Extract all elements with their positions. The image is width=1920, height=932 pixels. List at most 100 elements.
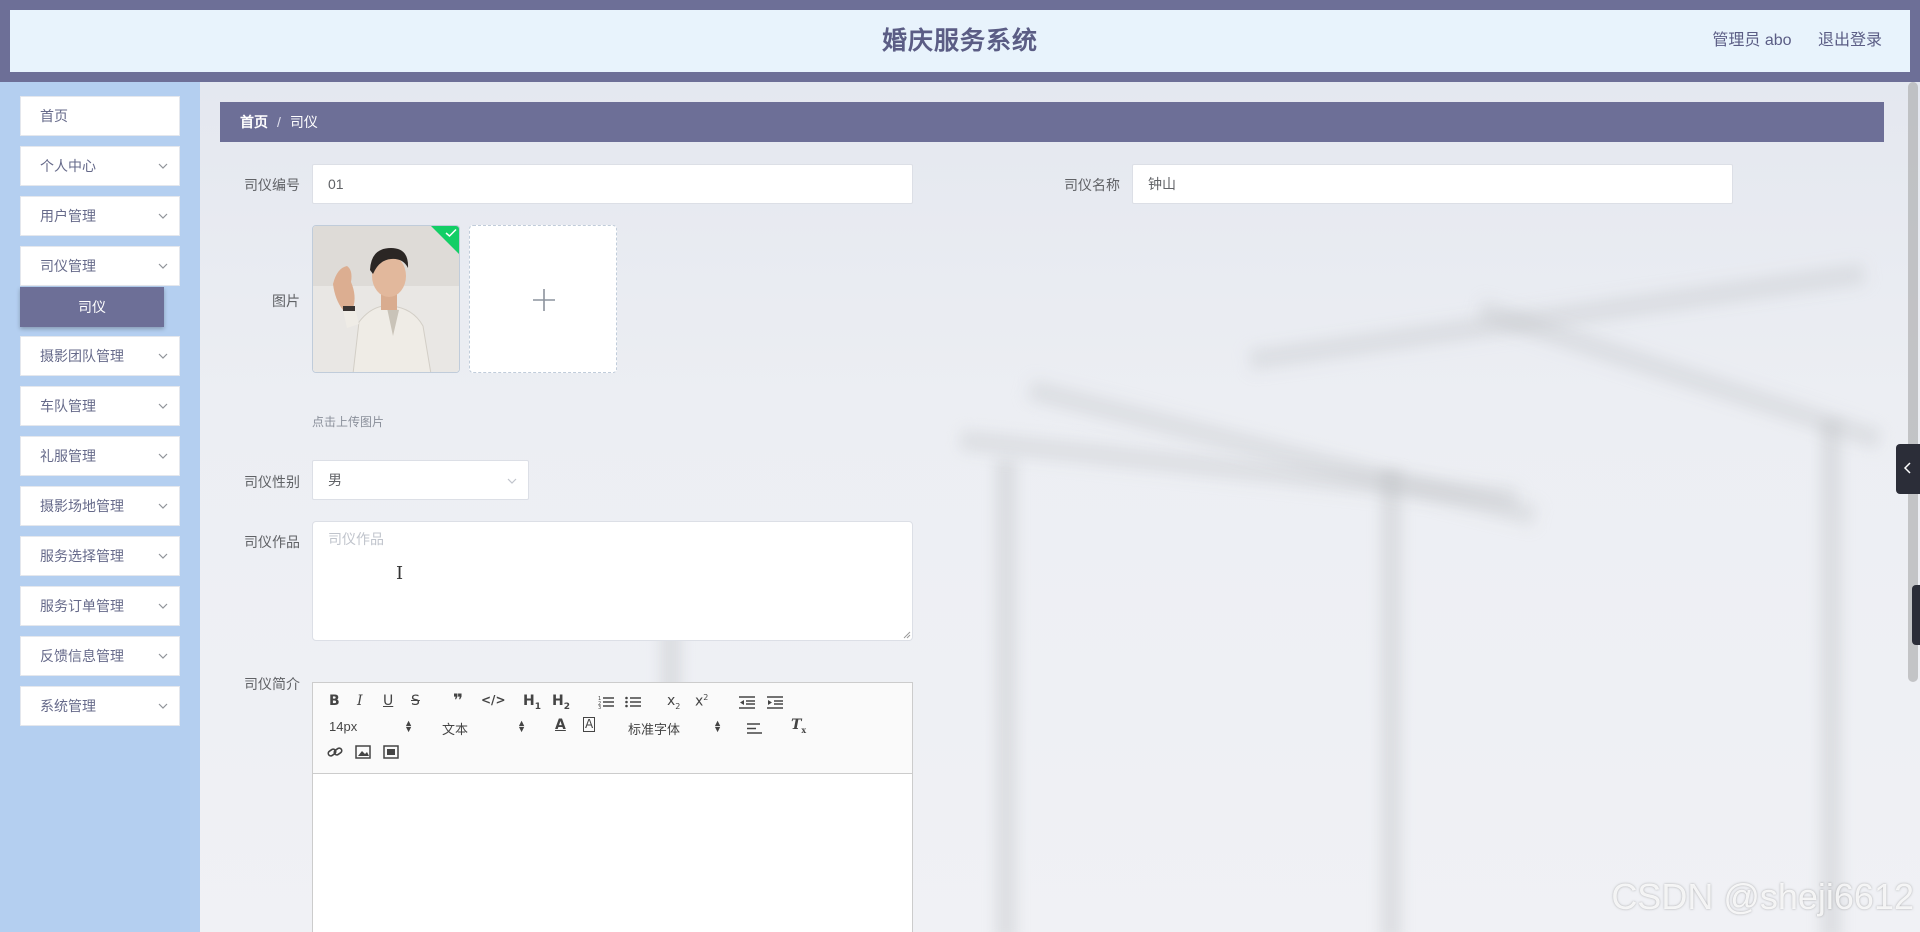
uploaded-image-card[interactable] [312, 225, 460, 373]
header-select-value: 文本 [442, 722, 469, 737]
indent-icon[interactable] [767, 695, 783, 709]
host-intro-label: 司仪简介 [244, 676, 300, 692]
sidebar-item-label: 首页 [40, 108, 68, 124]
font-size-select[interactable]: 14px ▲ ▼ [329, 718, 413, 735]
watermark: CSDN @sheji6612 [1611, 876, 1914, 917]
code-block-icon[interactable]: </> [481, 693, 506, 707]
align-icon[interactable] [747, 722, 763, 735]
header-panel: 婚庆服务系统 管理员 abo 退出登录 [10, 10, 1910, 72]
breadcrumb-home[interactable]: 首页 [240, 114, 268, 130]
sidebar-item-label: 系统管理 [40, 698, 96, 714]
breadcrumb-separator: / [277, 114, 281, 130]
text-cursor-icon: I [396, 563, 404, 584]
host-works-placeholder: 司仪作品 [328, 531, 384, 547]
sidebar-item-label: 司仪管理 [40, 258, 96, 274]
font-family-value: 标准字体 [628, 722, 681, 737]
host-code-input[interactable]: 01 [312, 164, 913, 204]
upload-add-button[interactable] [469, 225, 617, 373]
chevron-down-icon [158, 213, 168, 219]
user-name[interactable]: 管理员 abo [1712, 32, 1791, 49]
chevron-down-icon [158, 453, 168, 459]
sidebar-item-user-management[interactable]: 用户管理 [20, 196, 180, 236]
chevron-down-icon [158, 163, 168, 169]
chevron-down-icon [507, 478, 517, 484]
host-name-input[interactable]: 钟山 [1132, 164, 1733, 204]
resize-handle-icon[interactable] [903, 631, 911, 639]
font-color-icon[interactable]: A [555, 717, 566, 733]
rich-text-editor: B I U S ❞ </> H1 H2 123 x2 x2 14px ▲ ▼ 文本 ▲… [312, 682, 913, 932]
chevron-down-icon [158, 263, 168, 269]
sidebar-item-label: 反馈信息管理 [40, 648, 124, 664]
blockquote-icon[interactable]: ❞ [453, 691, 463, 711]
editor-content-area[interactable] [313, 774, 912, 932]
underline-icon[interactable]: U [383, 693, 393, 709]
breadcrumb-current: 司仪 [289, 114, 318, 130]
sidebar-item-venue-management[interactable]: 摄影场地管理 [20, 486, 180, 526]
sidebar-item-personal-center[interactable]: 个人中心 [20, 146, 180, 186]
chevron-down-icon [158, 403, 168, 409]
sidebar-item-home[interactable]: 首页 [20, 96, 180, 136]
user-area: 管理员 abo 退出登录 [1690, 10, 1882, 72]
image-icon[interactable] [355, 745, 371, 759]
header-select[interactable]: 文本 ▲ ▼ [442, 719, 526, 738]
editor-toolbar: B I U S ❞ </> H1 H2 123 x2 x2 14px ▲ ▼ 文本 ▲… [313, 683, 912, 774]
subscript-icon[interactable]: x2 [667, 693, 680, 711]
collapse-panel-tab[interactable] [1896, 444, 1920, 494]
sidebar-item-label: 车队管理 [40, 398, 96, 414]
clear-format-icon[interactable]: Tx [791, 717, 806, 735]
sidebar-subitem-host[interactable]: 司仪 [20, 287, 164, 327]
background-color-icon[interactable]: A [583, 717, 596, 732]
chevron-left-icon [1903, 462, 1911, 474]
svg-text:3: 3 [598, 705, 601, 709]
side-widget-tab[interactable] [1912, 585, 1920, 645]
sidebar-item-label: 个人中心 [40, 158, 96, 174]
sidebar-item-label: 用户管理 [40, 208, 96, 224]
upload-tip: 点击上传图片 [312, 415, 385, 429]
sidebar-item-service-order-management[interactable]: 服务订单管理 [20, 586, 180, 626]
chevron-down-icon [158, 703, 168, 709]
chevron-down-icon [158, 553, 168, 559]
bullet-list-icon[interactable] [625, 695, 641, 709]
link-icon[interactable] [327, 745, 343, 759]
top-header: 婚庆服务系统 管理员 abo 退出登录 [0, 0, 1920, 82]
select-arrows-icon: ▲ ▼ [517, 718, 526, 734]
sidebar-item-label: 摄影团队管理 [40, 348, 124, 364]
host-works-label: 司仪作品 [244, 534, 300, 550]
video-icon[interactable] [383, 745, 399, 759]
image-label: 图片 [272, 293, 300, 309]
strike-icon[interactable]: S [411, 693, 420, 709]
header1-icon[interactable]: H1 [523, 693, 541, 712]
sidebar-item-feedback-management[interactable]: 反馈信息管理 [20, 636, 180, 676]
header2-icon[interactable]: H2 [552, 693, 570, 712]
sidebar-item-label: 服务选择管理 [40, 548, 124, 564]
sidebar-item-fleet-management[interactable]: 车队管理 [20, 386, 180, 426]
ordered-list-icon[interactable]: 123 [598, 695, 614, 709]
host-code-label: 司仪编号 [244, 177, 300, 193]
sidebar-item-label: 服务订单管理 [40, 598, 124, 614]
select-arrows-icon: ▲ ▼ [404, 718, 413, 734]
sidebar-item-label: 礼服管理 [40, 448, 96, 464]
sidebar-item-service-selection-management[interactable]: 服务选择管理 [20, 536, 180, 576]
sidebar-item-dress-management[interactable]: 礼服管理 [20, 436, 180, 476]
sidebar-item-host-management[interactable]: 司仪管理 [20, 246, 180, 286]
font-family-select[interactable]: 标准字体 ▲ ▼ [628, 719, 722, 738]
breadcrumb: 首页 / 司仪 [220, 102, 1884, 142]
host-gender-select[interactable]: 男 [312, 460, 529, 500]
sidebar-item-system-management[interactable]: 系统管理 [20, 686, 180, 726]
host-gender-value: 男 [328, 472, 342, 488]
app-title: 婚庆服务系统 [881, 27, 1038, 55]
logout-link[interactable]: 退出登录 [1818, 32, 1882, 49]
italic-icon[interactable]: I [357, 693, 363, 709]
plus-icon [533, 289, 555, 311]
chevron-down-icon [158, 603, 168, 609]
outdent-icon[interactable] [739, 695, 755, 709]
chevron-down-icon [158, 353, 168, 359]
check-icon [445, 228, 457, 238]
host-name-label: 司仪名称 [1064, 177, 1120, 193]
host-gender-label: 司仪性别 [244, 474, 300, 490]
select-arrows-icon: ▲ ▼ [713, 718, 722, 734]
sidebar-item-photo-team-management[interactable]: 摄影团队管理 [20, 336, 180, 376]
bold-icon[interactable]: B [329, 693, 340, 709]
sidebar-item-label: 摄影场地管理 [40, 498, 124, 514]
superscript-icon[interactable]: x2 [695, 693, 708, 710]
